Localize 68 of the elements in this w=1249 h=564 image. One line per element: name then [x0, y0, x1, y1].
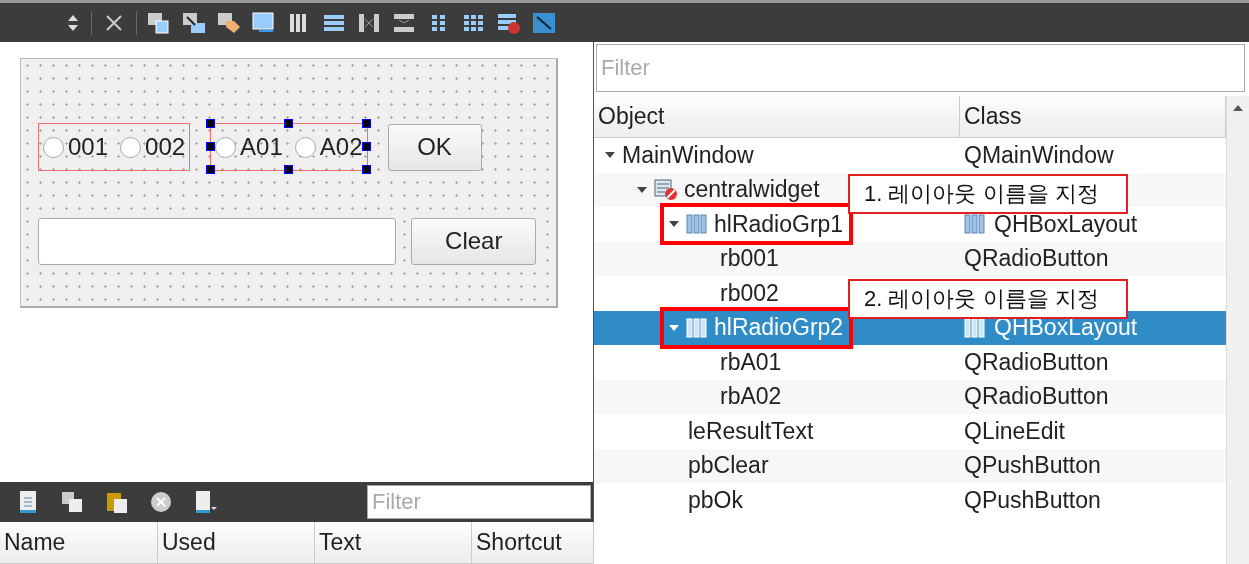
column-header[interactable]: Name	[0, 522, 158, 564]
widget-icon	[654, 178, 678, 201]
columns-icon	[686, 214, 708, 235]
class-name: QRadioButton	[964, 348, 1109, 376]
columns-icon	[964, 317, 986, 338]
object-name: hlRadioGrp2	[714, 314, 844, 342]
object-name: pbClear	[688, 452, 769, 480]
class-name: QRadioButton	[964, 245, 1109, 273]
radio-label: 001	[68, 133, 109, 161]
object-name: rbA01	[720, 348, 782, 376]
tree-row[interactable]: pbClear QPushButton	[594, 448, 1226, 483]
class-name: QPushButton	[964, 452, 1101, 480]
columns-icon	[964, 214, 986, 235]
scrollbar[interactable]	[1226, 96, 1249, 564]
window-arrow-icon[interactable]	[181, 10, 207, 35]
selection-handle[interactable]	[361, 165, 371, 174]
expand-arrow-icon[interactable]	[604, 151, 616, 160]
radio-button[interactable]	[120, 136, 142, 158]
object-name: rbA02	[720, 383, 782, 411]
ok-button[interactable]: OK	[387, 123, 482, 171]
class-name: QMainWindow	[964, 141, 1114, 169]
object-name: rb002	[720, 279, 779, 307]
filter-field[interactable]: Filter	[596, 44, 1245, 92]
tab-order-icon[interactable]	[251, 10, 277, 35]
column-header[interactable]: Shortcut	[472, 522, 594, 564]
object-name: hlRadioGrp1	[714, 210, 844, 238]
radio-button[interactable]	[43, 136, 64, 158]
radio-label: A02	[319, 133, 363, 161]
expand-arrow-icon[interactable]	[636, 185, 648, 194]
class-name: QPushButton	[964, 486, 1101, 514]
radio-label: A01	[240, 133, 283, 161]
radio-label: 002	[145, 133, 186, 161]
column-header[interactable]: Text	[315, 522, 472, 564]
class-name: QRadioButton	[964, 383, 1109, 411]
column-header[interactable]: Object	[594, 96, 960, 138]
tree-row[interactable]: rbA02 QRadioButton	[594, 379, 1226, 414]
object-name: pbOk	[688, 486, 743, 514]
selection-handle[interactable]	[206, 165, 216, 174]
selection-handle[interactable]	[361, 119, 371, 128]
delete-icon[interactable]	[148, 490, 174, 514]
annotation-tooltip: 2. 레이아웃 이름을 지정	[848, 279, 1128, 319]
object-name: rb001	[720, 245, 779, 273]
column-header[interactable]: Used	[158, 522, 315, 564]
class-name: QLineEdit	[964, 417, 1065, 445]
tag-icon[interactable]	[216, 10, 242, 35]
scroll-up-icon[interactable]	[1232, 104, 1244, 112]
result-field[interactable]	[38, 217, 397, 265]
paste-icon[interactable]	[104, 490, 130, 514]
selection-handle[interactable]	[361, 142, 371, 151]
selection-handle[interactable]	[283, 165, 293, 174]
object-name: leResultText	[688, 417, 814, 445]
radio-button[interactable]	[215, 136, 237, 158]
clear-button[interactable]: Clear	[411, 217, 536, 265]
expand-arrow-icon[interactable]	[668, 220, 680, 229]
adjust-size-icon[interactable]	[531, 10, 557, 35]
annotation-tooltip: 1. 레이아웃 이름을 지정	[848, 174, 1128, 214]
filter-field[interactable]: Filter	[367, 485, 591, 519]
object-name: MainWindow	[622, 141, 754, 169]
radio-button[interactable]	[294, 136, 316, 158]
column-header[interactable]: Class	[960, 96, 1226, 138]
selection-handle[interactable]	[206, 119, 216, 128]
object-name: centralwidget	[684, 176, 820, 204]
selection-handle[interactable]	[206, 142, 216, 151]
tree-row[interactable]: rb001 QRadioButton	[594, 241, 1226, 276]
layout-frame[interactable]: 001 002	[38, 123, 191, 171]
columns-icon	[686, 317, 708, 338]
selection-handle[interactable]	[283, 119, 293, 128]
window-icon[interactable]	[146, 10, 172, 35]
